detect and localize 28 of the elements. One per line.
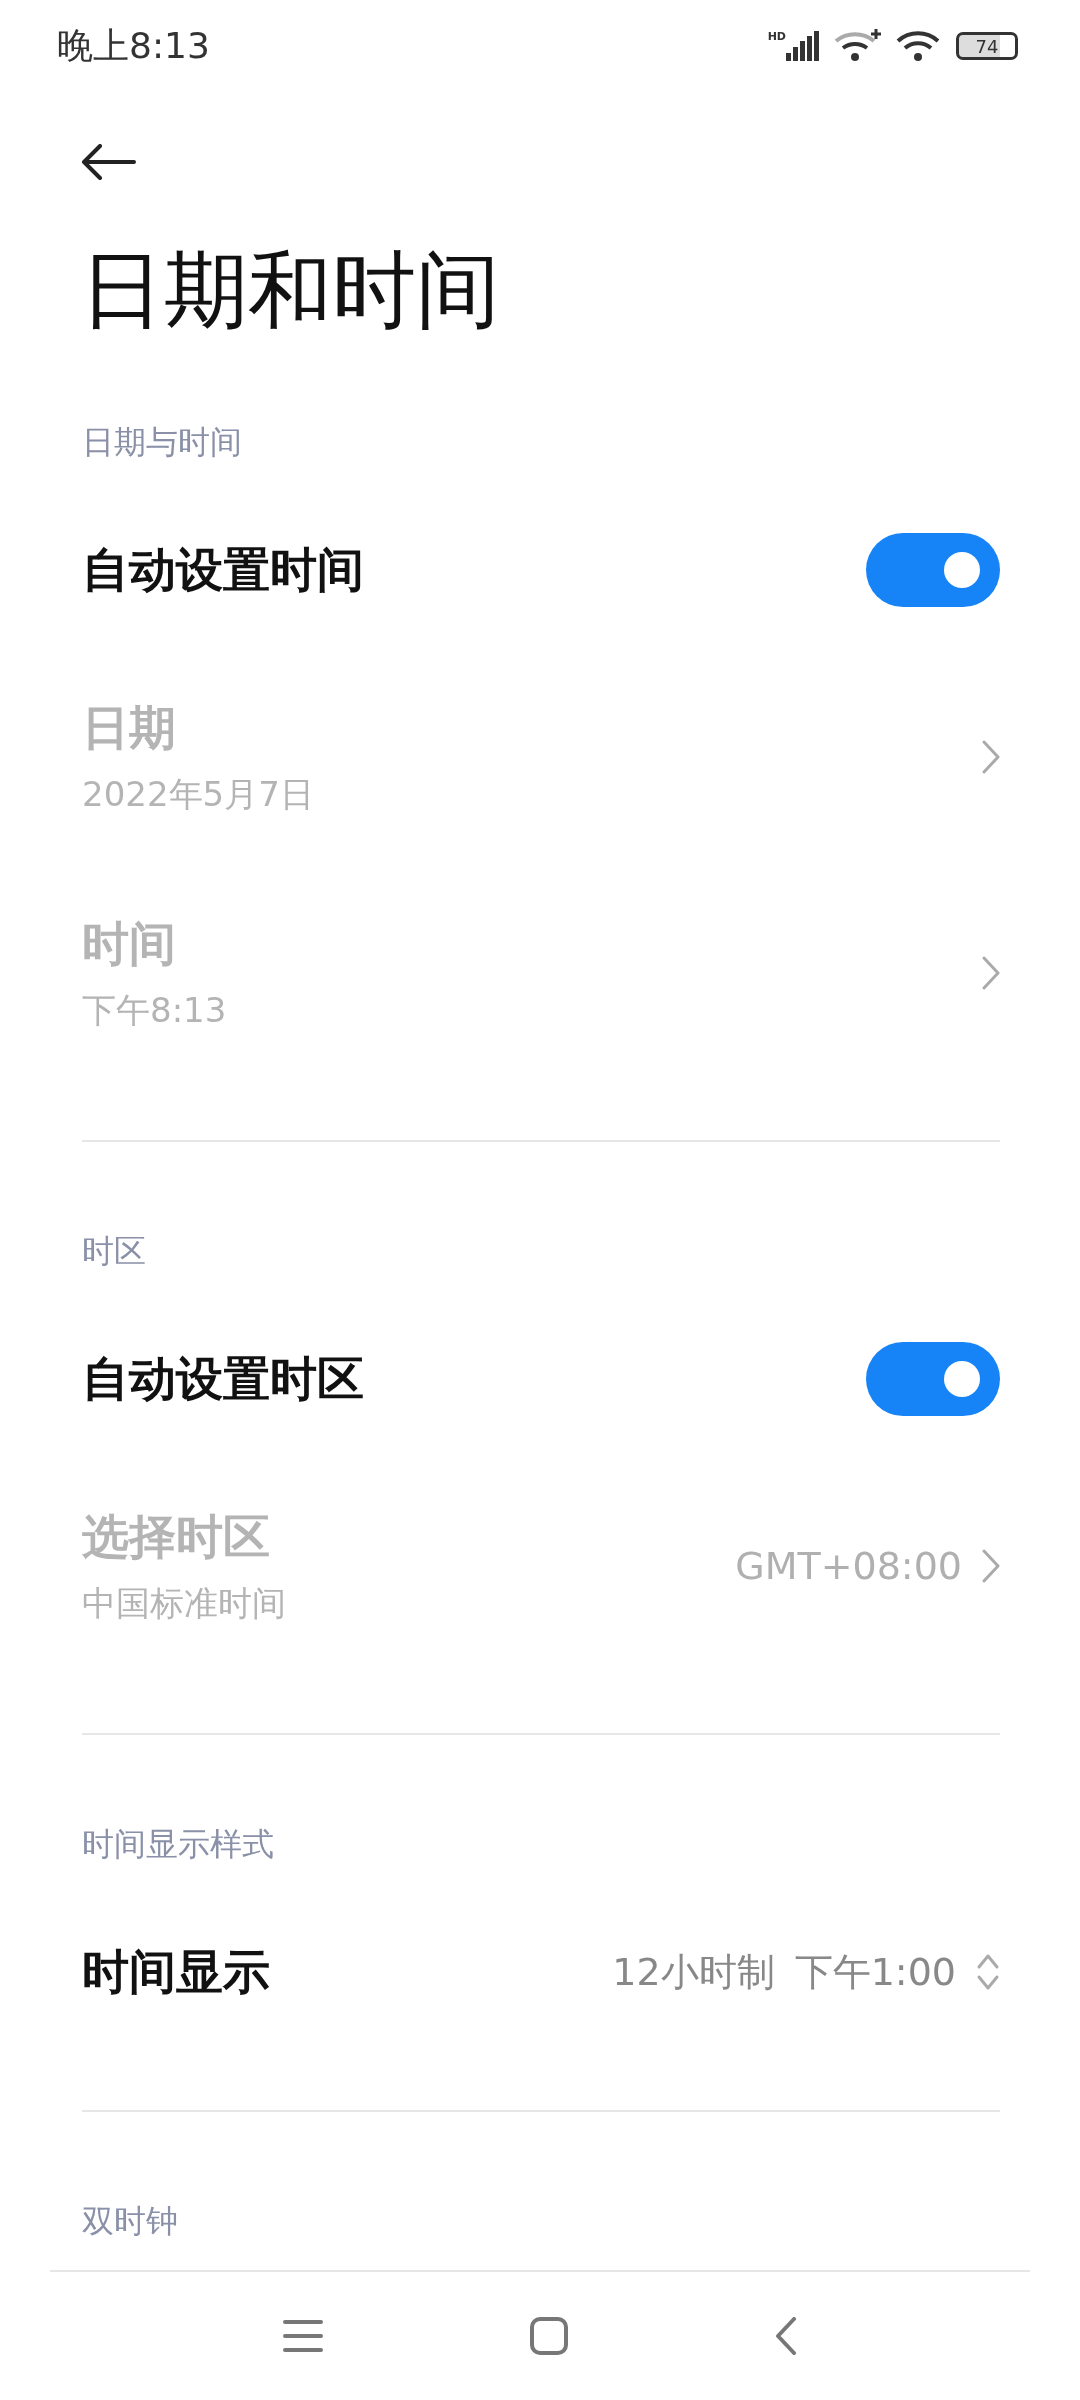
- back-icon[interactable]: [774, 2317, 797, 2355]
- signal-icon: [786, 31, 820, 62]
- menu-icon[interactable]: [283, 2319, 324, 2353]
- setting-label[interactable]: 自动设置时间: [82, 538, 364, 602]
- setting-subtitle: 中国标准时间: [82, 1581, 286, 1625]
- chevron-right-icon: [982, 740, 1000, 774]
- setting-label[interactable]: 自动设置时区: [82, 1347, 364, 1411]
- wifi-icon: [896, 29, 942, 64]
- setting-value: GMT+08:00: [735, 1544, 962, 1588]
- section-header: 时区: [81, 1231, 147, 1272]
- setting-subtitle: 下午8:13: [82, 988, 227, 1032]
- hd-label: HD: [767, 31, 786, 43]
- home-square-icon[interactable]: [530, 2317, 568, 2355]
- back-arrow-icon[interactable]: [80, 143, 136, 180]
- setting-value: 下午1:00: [794, 1948, 956, 1996]
- up-down-icon: [976, 1952, 1000, 1992]
- setting-label[interactable]: 时间显示: [82, 1940, 270, 2004]
- chevron-right-icon: [982, 1549, 1000, 1583]
- setting-value: 12小时制: [612, 1948, 775, 1996]
- chevron-right-icon: [982, 956, 1000, 990]
- section-header: 日期与时间: [81, 422, 243, 463]
- page-title: 日期和时间: [79, 240, 501, 342]
- section-header: 时间显示样式: [81, 1824, 275, 1865]
- section-header: 双时钟: [81, 2201, 179, 2242]
- wifi-icon: [834, 29, 882, 64]
- setting-subtitle: 2022年5月7日: [82, 772, 314, 816]
- status-time: 晚上8:13: [57, 23, 210, 68]
- battery-icon: 74: [956, 32, 1018, 61]
